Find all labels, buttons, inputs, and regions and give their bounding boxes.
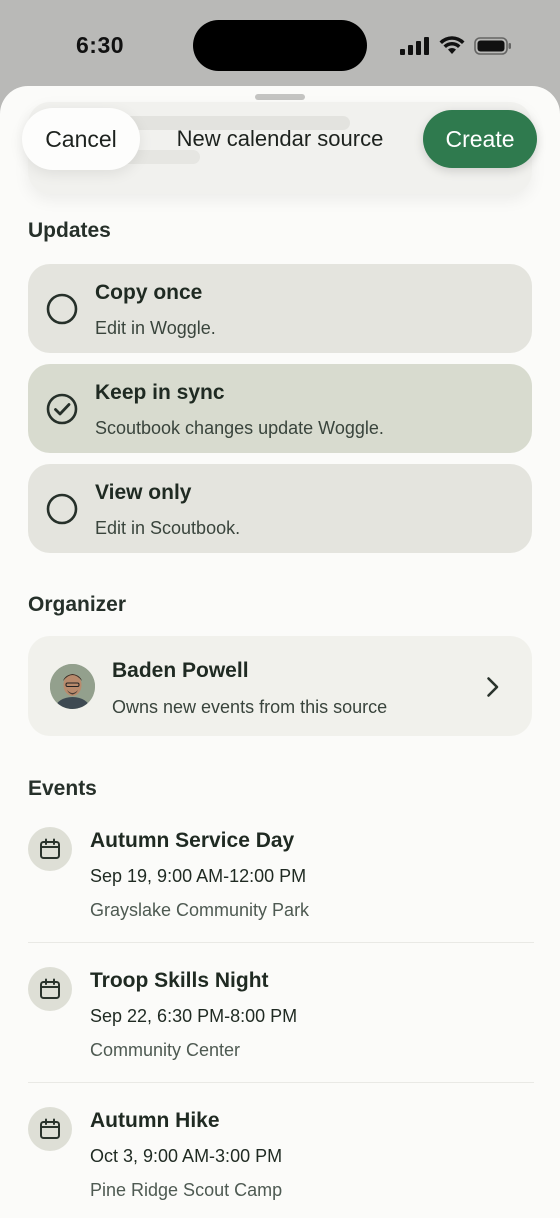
- option-title: Keep in sync: [95, 381, 225, 404]
- new-calendar-source-sheet: Cancel New calendar source Create Update…: [0, 86, 560, 1218]
- event-location: Grayslake Community Park: [90, 900, 310, 920]
- cancel-button[interactable]: Cancel: [22, 108, 140, 170]
- event-list-item[interactable]: Autumn Hike Oct 3, 9:00 AM-3:00 PM Pine …: [28, 1104, 532, 1218]
- event-list-item[interactable]: Troop Skills Night Sep 22, 6:30 PM-8:00 …: [28, 964, 532, 1104]
- status-bar: 6:30: [0, 0, 560, 90]
- status-icons: [400, 36, 512, 55]
- divider: [28, 1082, 534, 1083]
- person-avatar-icon: [50, 664, 95, 709]
- option-copy-once[interactable]: Copy once Edit in Woggle.: [28, 264, 532, 353]
- event-location: Community Center: [90, 1040, 241, 1060]
- option-view-only[interactable]: View only Edit in Scoutbook.: [28, 464, 532, 553]
- dynamic-island: [193, 20, 367, 71]
- option-keep-in-sync[interactable]: Keep in sync Scoutbook changes update Wo…: [28, 364, 532, 453]
- calendar-icon: [28, 827, 72, 871]
- organizer-name: Baden Powell: [112, 659, 249, 682]
- event-time: Sep 19, 9:00 AM-12:00 PM: [90, 866, 307, 886]
- option-title: Copy once: [95, 281, 203, 304]
- signal-icon: [400, 36, 429, 55]
- calendar-icon: [28, 1107, 72, 1151]
- option-subtitle: Edit in Woggle.: [95, 318, 216, 338]
- event-title: Autumn Service Day: [90, 829, 295, 852]
- nav-bar: Cancel New calendar source Create: [0, 108, 560, 172]
- radio-checked-icon: [46, 393, 78, 425]
- chevron-right-icon: [487, 677, 499, 697]
- organizer-row[interactable]: Baden Powell Owns new events from this s…: [28, 636, 532, 736]
- wifi-icon: [439, 36, 465, 54]
- updates-section-label: Updates: [28, 219, 111, 242]
- event-location: Pine Ridge Scout Camp: [90, 1180, 283, 1200]
- organizer-subtitle: Owns new events from this source: [112, 697, 388, 717]
- option-title: View only: [95, 481, 192, 504]
- avatar: [50, 664, 95, 709]
- organizer-section-label: Organizer: [28, 593, 127, 616]
- event-time: Oct 3, 9:00 AM-3:00 PM: [90, 1146, 283, 1166]
- status-time: 6:30: [76, 32, 125, 58]
- battery-icon: [474, 36, 511, 55]
- event-time: Sep 22, 6:30 PM-8:00 PM: [90, 1006, 298, 1026]
- option-subtitle: Scoutbook changes update Woggle.: [95, 418, 384, 438]
- option-subtitle: Edit in Scoutbook.: [95, 518, 241, 538]
- event-title: Autumn Hike: [90, 1109, 220, 1132]
- events-section-label: Events: [28, 777, 97, 800]
- radio-unchecked-icon: [46, 493, 78, 525]
- create-button[interactable]: Create: [423, 110, 537, 168]
- event-title: Troop Skills Night: [90, 969, 269, 992]
- calendar-icon: [28, 967, 72, 1011]
- page-title: New calendar source: [176, 126, 384, 151]
- sheet-grabber[interactable]: [255, 94, 305, 100]
- radio-unchecked-icon: [46, 293, 78, 325]
- divider: [28, 942, 534, 943]
- event-list-item[interactable]: Autumn Service Day Sep 19, 9:00 AM-12:00…: [28, 824, 532, 964]
